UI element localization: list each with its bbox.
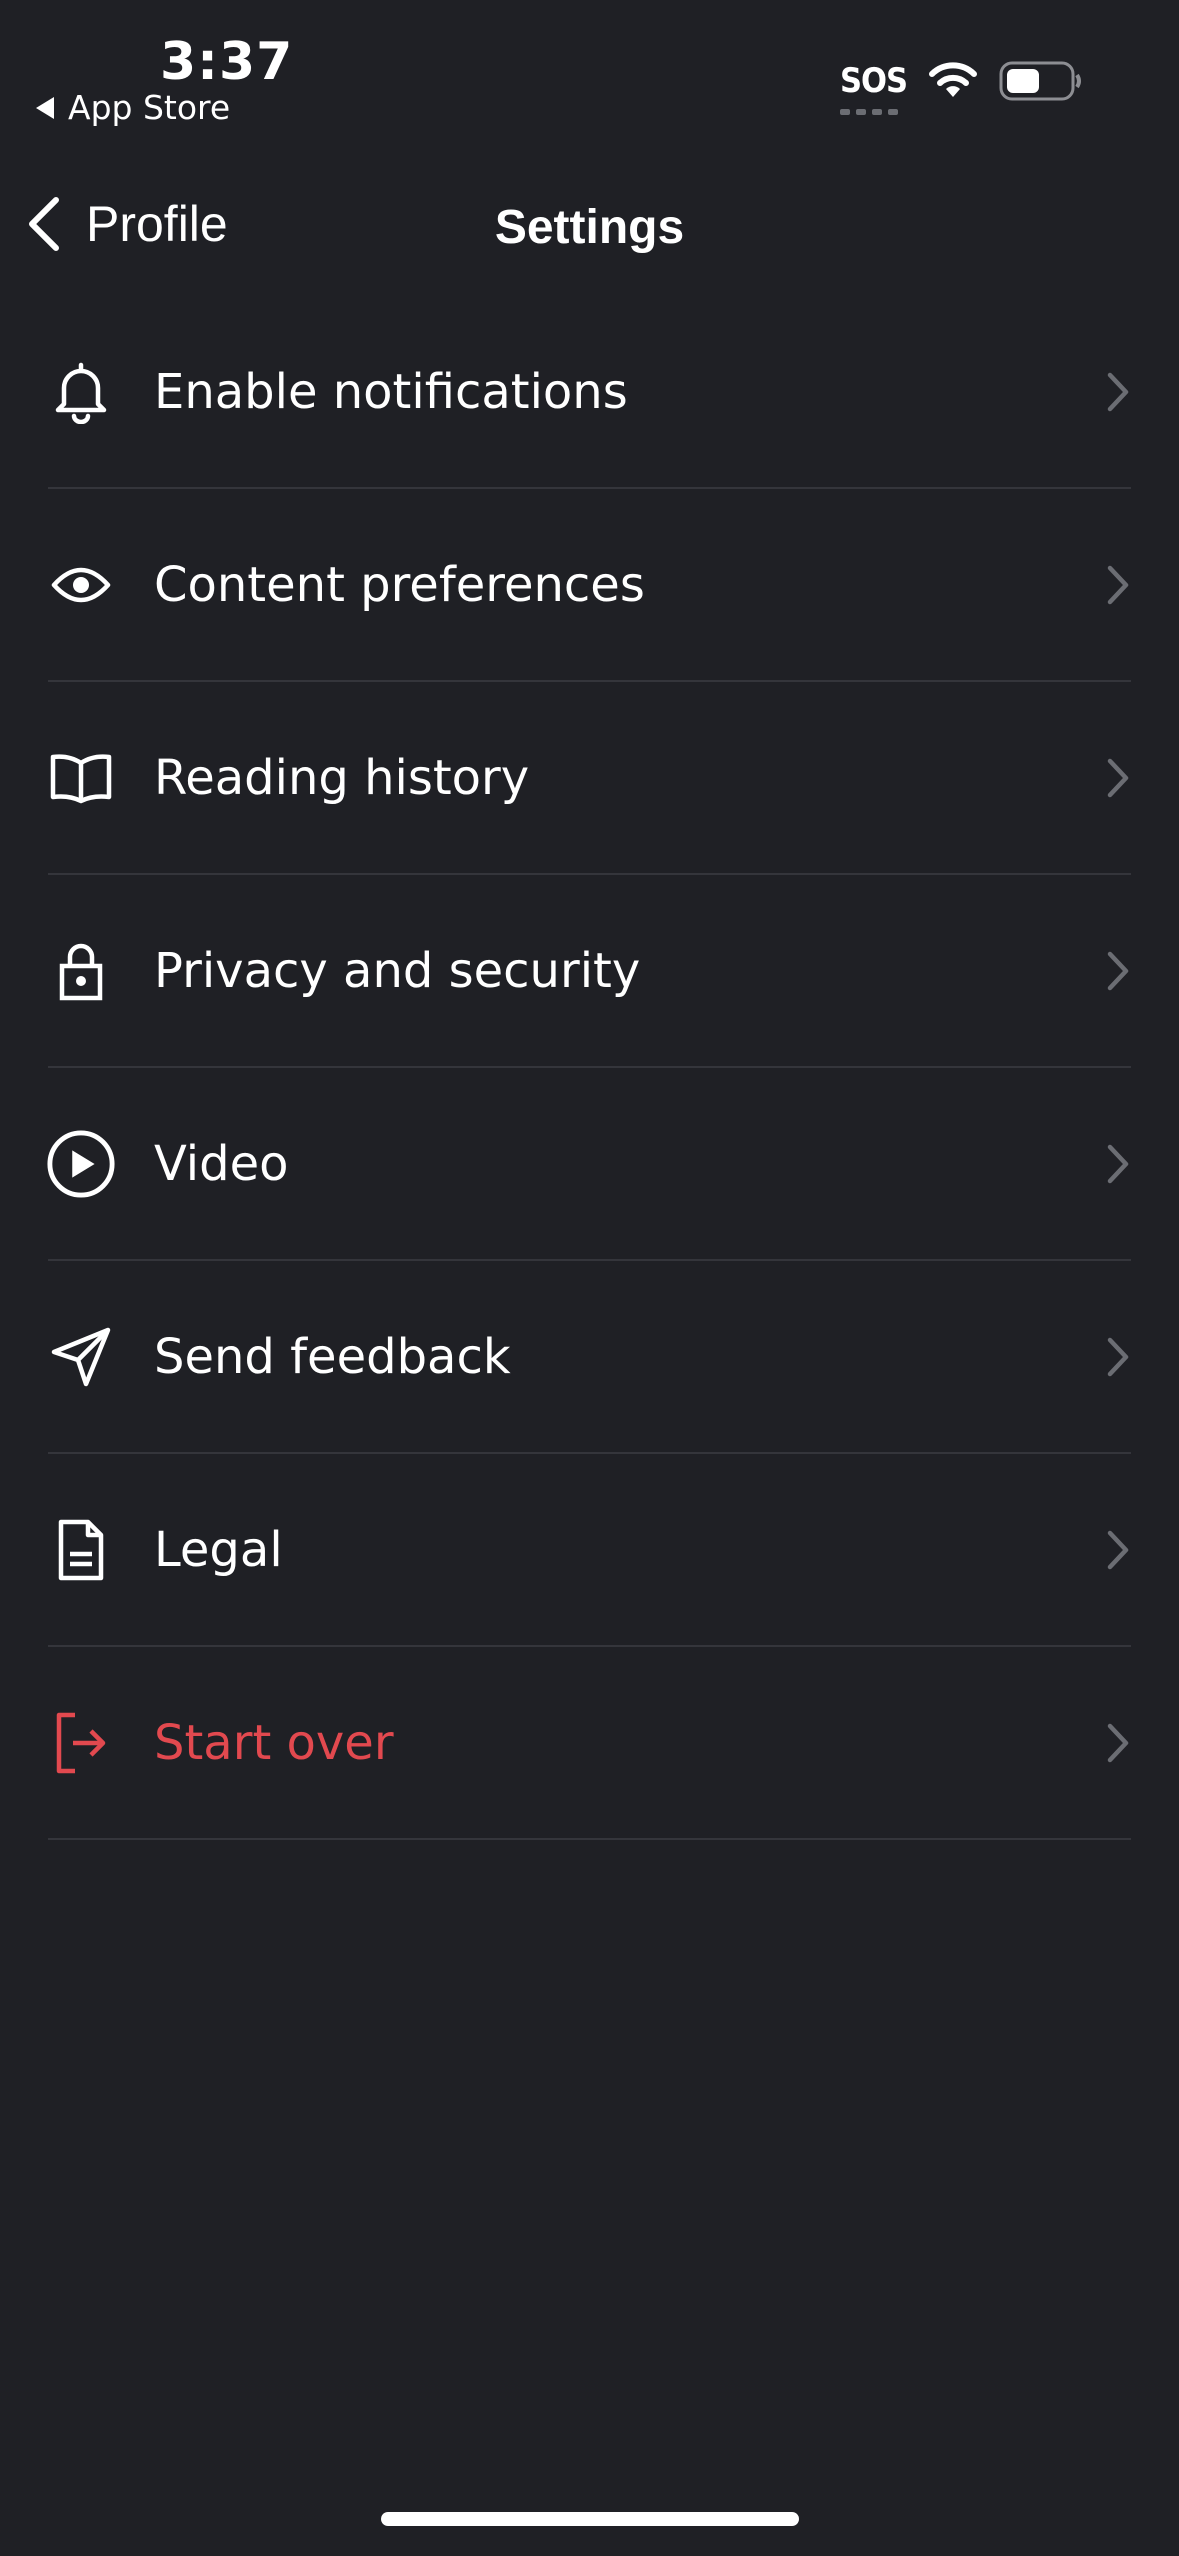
back-app-label: App Store [68, 88, 231, 127]
settings-item-label: Enable notifications [154, 363, 628, 420]
settings-item-label: Legal [154, 1521, 283, 1578]
bell-icon [46, 357, 116, 427]
settings-item-label: Video [154, 1135, 289, 1192]
status-indicators: SOS [839, 60, 1083, 115]
lock-icon [46, 936, 116, 1006]
settings-item-label: Reading history [154, 749, 530, 806]
navigation-bar: Profile Settings [0, 180, 1179, 276]
log-out-icon [46, 1708, 116, 1778]
chevron-right-icon [1107, 1337, 1129, 1376]
settings-item-content-preferences[interactable]: Content preferences [48, 489, 1131, 682]
sos-label: SOS [839, 61, 908, 101]
chevron-right-icon [1107, 565, 1129, 604]
back-triangle-icon [36, 96, 54, 119]
send-icon [46, 1322, 116, 1392]
status-time: 3:37 [160, 32, 294, 92]
settings-item-notifications[interactable]: Enable notifications [48, 296, 1131, 489]
home-indicator[interactable] [381, 2512, 799, 2526]
settings-item-label: Send feedback [154, 1328, 511, 1385]
settings-item-video[interactable]: Video [46, 1068, 1131, 1261]
eye-icon [46, 550, 116, 620]
settings-item-label: Start over [154, 1714, 394, 1771]
settings-item-label: Privacy and security [154, 942, 641, 999]
settings-item-label: Content preferences [154, 556, 645, 613]
page-title: Settings [494, 201, 685, 254]
play-circle-icon [46, 1129, 116, 1199]
settings-item-start-over[interactable]: Start over [48, 1647, 1131, 1840]
book-icon [46, 743, 116, 813]
settings-item-send-feedback[interactable]: Send feedback [48, 1261, 1131, 1454]
settings-item-legal[interactable]: Legal [48, 1454, 1131, 1647]
settings-list: Enable notifications Content preferences… [46, 296, 1131, 1840]
settings-item-privacy-security[interactable]: Privacy and security [48, 875, 1131, 1068]
battery-icon [999, 61, 1081, 101]
back-to-app-link[interactable]: App Store [36, 88, 230, 127]
chevron-right-icon [1107, 372, 1129, 411]
chevron-right-icon [1107, 1723, 1129, 1762]
chevron-right-icon [1107, 758, 1129, 797]
chevron-right-icon [1107, 951, 1129, 990]
sos-indicator: SOS [839, 61, 908, 115]
settings-item-reading-history[interactable]: Reading history [48, 682, 1131, 875]
chevron-right-icon [1107, 1530, 1129, 1569]
status-bar: 3:37 App Store SOS [0, 0, 1179, 140]
wifi-icon [929, 62, 977, 97]
signal-dots-icon [839, 109, 898, 115]
document-icon [46, 1515, 116, 1585]
chevron-right-icon [1107, 1144, 1129, 1183]
